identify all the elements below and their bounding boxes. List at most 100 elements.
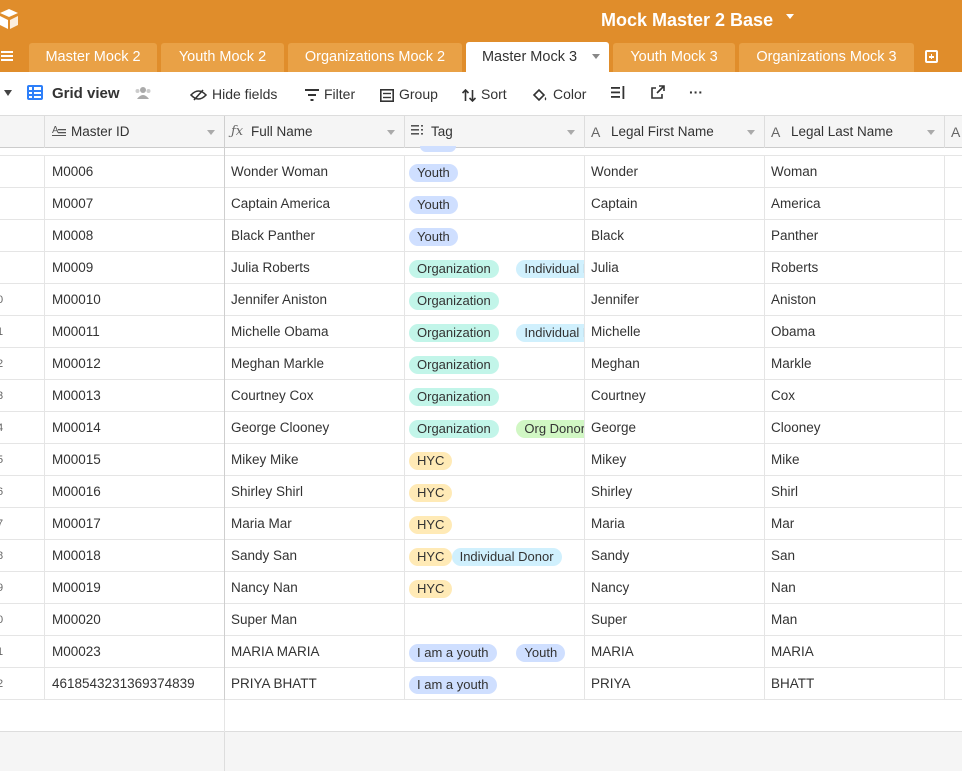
cell-num[interactable]: 9: [0, 572, 45, 604]
cell-num[interactable]: 6: [0, 476, 45, 508]
cell-last[interactable]: Panther: [765, 220, 945, 252]
cell-first[interactable]: Maria: [585, 508, 765, 540]
column-header-master-id[interactable]: A Master ID: [45, 116, 225, 148]
table-row[interactable]: 7 M00017 Maria Mar HYC Maria Mar: [0, 508, 962, 540]
cell-num[interactable]: 4: [0, 412, 45, 444]
cell-id[interactable]: M00011: [45, 316, 225, 348]
cell-full[interactable]: Super Man: [225, 604, 405, 636]
cell-full[interactable]: PRIYA BHATT: [225, 668, 405, 700]
cell-last[interactable]: Shirl: [765, 476, 945, 508]
cell-full[interactable]: Shirley Shirl: [225, 476, 405, 508]
cell-last[interactable]: Clooney: [765, 412, 945, 444]
view-switcher[interactable]: Grid view: [27, 84, 120, 104]
cell-num[interactable]: 8: [0, 540, 45, 572]
cell-last[interactable]: Roberts: [765, 252, 945, 284]
table-row[interactable]: 0 M00010 Jennifer Aniston Organization Jenni…: [0, 284, 962, 316]
cell-id[interactable]: M0006: [45, 156, 225, 188]
cell-tags[interactable]: [405, 604, 585, 636]
cell-tags[interactable]: Organization: [405, 348, 585, 380]
cell-last[interactable]: MARIA: [765, 636, 945, 668]
hide-fields-button[interactable]: Hide fields: [190, 85, 277, 103]
tab-youth-mock-2[interactable]: Youth Mock 2: [161, 43, 284, 72]
cell-last[interactable]: Mike: [765, 444, 945, 476]
cell-num[interactable]: [0, 188, 45, 220]
table-row[interactable]: M0007 Captain America Youth Captain America: [0, 188, 962, 220]
cell-last[interactable]: Woman: [765, 156, 945, 188]
cell-tags[interactable]: Organization Individual Donor: [405, 316, 585, 348]
cell-num[interactable]: [0, 252, 45, 284]
cell-next[interactable]: [945, 572, 962, 604]
cell-next[interactable]: [945, 604, 962, 636]
cell-first[interactable]: Black: [585, 220, 765, 252]
table-row[interactable]: 6 M00016 Shirley Shirl HYC Shirley Shirl: [0, 476, 962, 508]
cell-full[interactable]: MARIA MARIA: [225, 636, 405, 668]
column-header-next[interactable]: A: [945, 116, 962, 148]
cell-first[interactable]: Captain: [585, 188, 765, 220]
cell-id[interactable]: M00020: [45, 604, 225, 636]
table-row[interactable]: 5 M00015 Mikey Mike HYC Mikey Mike: [0, 444, 962, 476]
cell-id[interactable]: M0007: [45, 188, 225, 220]
cell-id[interactable]: M00012: [45, 348, 225, 380]
table-row[interactable]: 2 M00012 Meghan Markle Organization Meghan Ma…: [0, 348, 962, 380]
cell-next[interactable]: [945, 316, 962, 348]
cell-full[interactable]: Black Panther: [225, 220, 405, 252]
cell-next[interactable]: [945, 540, 962, 572]
cell-next[interactable]: [945, 444, 962, 476]
base-title[interactable]: Mock Master 2 Base: [601, 8, 773, 32]
cell-next[interactable]: [945, 668, 962, 700]
add-row[interactable]: [0, 700, 962, 732]
cell-full[interactable]: Maria Mar: [225, 508, 405, 540]
cell-full[interactable]: Sandy San: [225, 540, 405, 572]
cell-tags[interactable]: Youth: [405, 188, 585, 220]
cell-tags[interactable]: HYC: [405, 572, 585, 604]
cell-next[interactable]: [945, 188, 962, 220]
tab-master-mock-2[interactable]: Master Mock 2: [29, 43, 157, 72]
cell-first[interactable]: George: [585, 412, 765, 444]
menu-icon[interactable]: [1, 51, 13, 61]
column-header-legal-last-name[interactable]: A Legal Last Name: [765, 116, 945, 148]
chevron-down-icon[interactable]: [786, 14, 794, 19]
cell-next[interactable]: [945, 156, 962, 188]
cell-id[interactable]: M00013: [45, 380, 225, 412]
cell-num[interactable]: 5: [0, 444, 45, 476]
chevron-down-icon[interactable]: [927, 130, 935, 135]
group-button[interactable]: Group: [380, 85, 438, 103]
chevron-down-icon[interactable]: [567, 130, 575, 135]
cell-last[interactable]: Mar: [765, 508, 945, 540]
cell-first[interactable]: Mikey: [585, 444, 765, 476]
cell-id[interactable]: M00016: [45, 476, 225, 508]
cell-id[interactable]: M00018: [45, 540, 225, 572]
table-row[interactable]: 3 M00013 Courtney Cox Organization Courtney C…: [0, 380, 962, 412]
cell-id[interactable]: M00014: [45, 412, 225, 444]
cell-first[interactable]: Shirley: [585, 476, 765, 508]
color-button[interactable]: Color: [532, 85, 586, 103]
cell-first[interactable]: Julia: [585, 252, 765, 284]
collaborators-icon[interactable]: [134, 86, 152, 103]
tab-organizations-mock-2[interactable]: Organizations Mock 2: [288, 43, 462, 72]
cell-first[interactable]: Super: [585, 604, 765, 636]
chevron-down-icon[interactable]: [387, 130, 395, 135]
chevron-down-icon[interactable]: [592, 54, 600, 59]
cell-tags[interactable]: Youth: [405, 220, 585, 252]
filter-button[interactable]: Filter: [305, 85, 355, 103]
share-view-button[interactable]: [651, 85, 665, 103]
column-header-tag[interactable]: Tag: [405, 116, 585, 148]
more-options-button[interactable]: ···: [689, 83, 703, 101]
cell-id[interactable]: M00017: [45, 508, 225, 540]
table-row[interactable]: M0008 Black Panther Youth Black Panther: [0, 220, 962, 252]
tab-master-mock-3[interactable]: Master Mock 3: [466, 42, 609, 72]
cell-full[interactable]: Nancy Nan: [225, 572, 405, 604]
cell-full[interactable]: George Clooney: [225, 412, 405, 444]
cell-id[interactable]: M00015: [45, 444, 225, 476]
cell-num[interactable]: 1: [0, 636, 45, 668]
cell-id[interactable]: M00010: [45, 284, 225, 316]
cell-num[interactable]: 0: [0, 284, 45, 316]
cell-full[interactable]: Julia Roberts: [225, 252, 405, 284]
cell-first[interactable]: Nancy: [585, 572, 765, 604]
table-row[interactable]: 9 M00019 Nancy Nan HYC Nancy Nan: [0, 572, 962, 604]
chevron-down-icon[interactable]: [207, 130, 215, 135]
column-header-full-name[interactable]: ƒx Full Name: [225, 116, 405, 148]
cell-num[interactable]: 2: [0, 668, 45, 700]
cell-first[interactable]: Sandy: [585, 540, 765, 572]
cell-full[interactable]: Wonder Woman: [225, 156, 405, 188]
